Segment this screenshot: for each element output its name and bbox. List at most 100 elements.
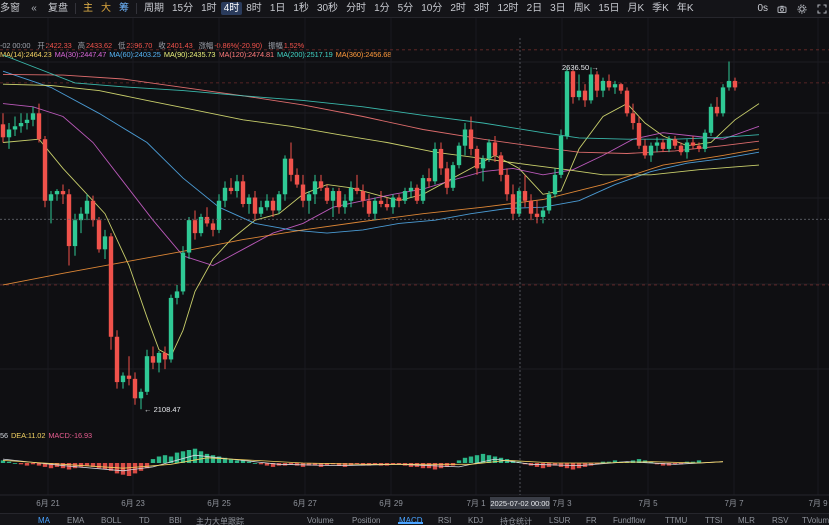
macd-histogram-bar [570,463,576,470]
candle-body [12,126,18,130]
candle-body [330,191,336,201]
candle-body [486,142,492,159]
candle-body [708,106,714,133]
candle-body [408,187,414,192]
candle-body [282,158,288,195]
macd-histogram-bar [162,455,168,463]
candle-body [234,181,240,192]
candle-body [294,174,300,185]
candle-body [126,375,132,379]
candle-body [402,191,408,201]
macd-histogram-bar [252,463,258,464]
candle-body [204,216,210,224]
candle-body [138,391,144,399]
candle-body [594,74,600,91]
candle-body [732,80,738,88]
candle-body [630,113,636,124]
candle-body [510,194,516,214]
crosshair: 2025-07-02 00:00 [0,38,829,509]
candle-body [498,155,504,175]
candle-body [450,165,456,188]
candle-body [222,187,228,201]
candle-body [456,145,462,166]
price-annotations: 2636.50 → ← 2108.47 [144,63,599,414]
candle-body [480,158,486,169]
candle-body [108,236,114,337]
price-chart[interactable]: 2636.50 →← 2108.47 6月 21 6月 23 6月 25 6月 27 6… [0,0,829,524]
x-axis: 6月 21 6月 23 6月 25 6月 27 6月 29 7月 1 7月 3 7月 5 7月 … [0,494,829,508]
macd-histogram-bar [156,456,162,463]
candle-body [318,181,324,188]
candle-body [144,356,150,392]
candle-body [378,200,384,204]
candle-body [504,174,510,195]
macd-histogram-bar [102,463,108,470]
candle-body [564,71,570,136]
candle-body [606,80,612,88]
candle-body [216,200,222,230]
candle-body [588,74,594,101]
candle-body [558,135,564,175]
candle-body [48,194,54,201]
candle-body [60,191,66,195]
candle-body [528,200,534,214]
candle-body [690,142,696,146]
candle-body [102,236,108,250]
candle-body [522,191,528,201]
candle-body [624,90,630,114]
macd-histogram-bar [24,463,30,466]
macd-histogram-bar [234,460,240,463]
candle-body [516,191,522,214]
candle-body [696,145,702,149]
low-price-label: ← 2108.47 [144,405,181,414]
candle-body [348,187,354,201]
candle-body [192,220,198,234]
macd-histogram-bar [72,463,78,469]
candle-body [678,145,684,153]
x-tick-label: 6月 25 [207,499,231,508]
ma-line-ma360 [2,148,760,286]
candle-body [612,84,618,88]
candle-body [96,220,102,250]
candle-body [312,181,318,195]
candle-body [114,336,120,383]
ma-line-ma200 [2,54,760,140]
candle-body [324,187,330,201]
candle-body [600,80,606,91]
candle-body [264,200,270,208]
candle-body [72,220,78,247]
candle-body [462,129,468,146]
candle-body [534,213,540,217]
candle-body [168,297,174,360]
candle-body [156,352,162,363]
candle-body [492,142,498,156]
candle-body [636,123,642,146]
candle-body [426,178,432,182]
macd-histogram-bar [174,452,180,463]
candle-body [210,223,216,230]
candle-body [474,148,480,169]
candle-body [654,142,660,146]
macd-histogram-bar [96,463,102,469]
candle-body [396,197,402,201]
candle-body [0,124,6,138]
macd-histogram-bar [30,463,36,465]
candle-body [132,378,138,399]
candle-body [270,200,276,211]
candle-body [42,139,48,201]
candle-body [300,184,306,201]
candle-body [342,200,348,208]
candle-body [66,194,72,247]
candle-body [24,119,30,124]
macd-histogram-bar [150,459,156,463]
crosshair-date-label: 2025-07-02 00:00 [490,499,549,508]
candle-body [432,148,438,182]
candle-body [618,84,624,91]
candle-body [174,291,180,298]
candle-body [666,139,672,149]
candle-body [552,174,558,195]
x-tick-label: 6月 23 [121,499,145,508]
candle-body [438,148,444,169]
candle-body [384,203,390,208]
candle-body [240,181,246,204]
